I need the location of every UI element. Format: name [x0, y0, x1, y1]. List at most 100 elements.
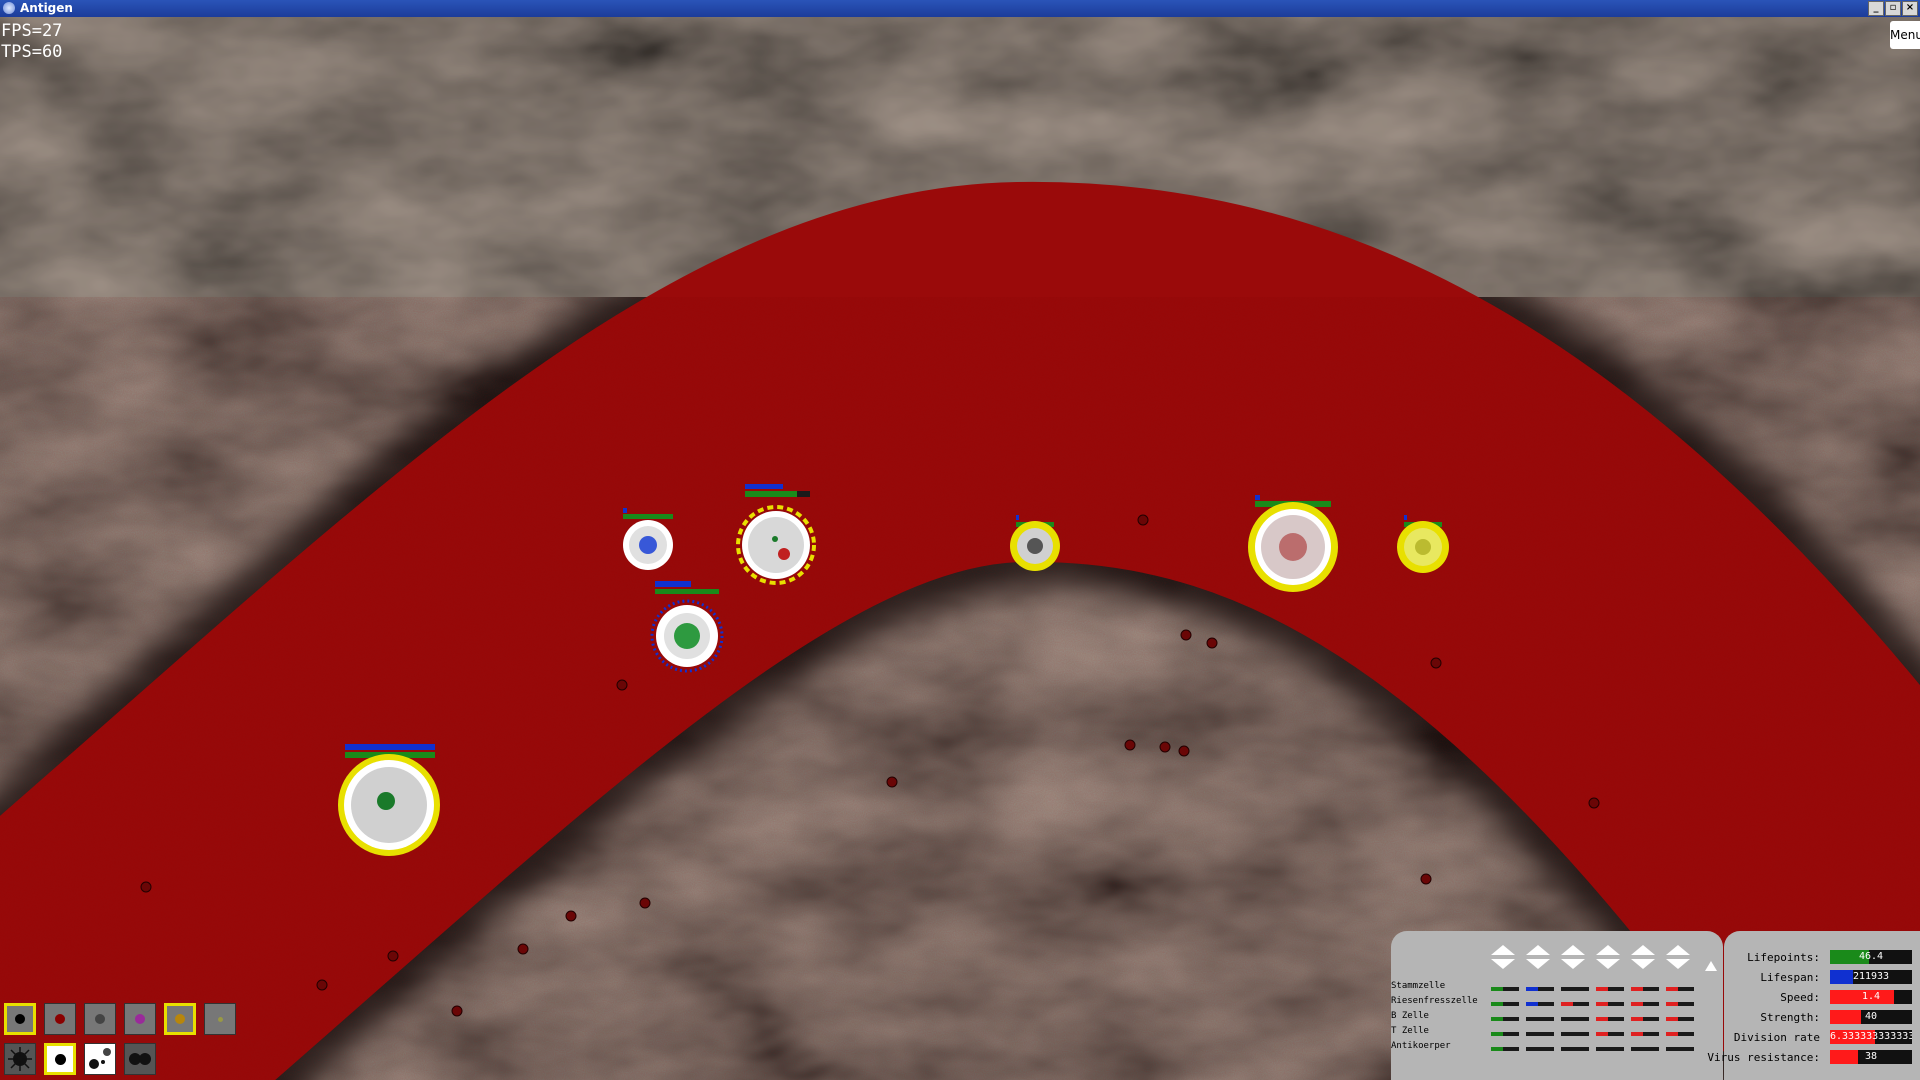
stat-bar-strength: 40 — [1830, 1010, 1912, 1024]
gene-segment-fill — [1631, 1032, 1643, 1036]
mode-slot-virus[interactable] — [4, 1043, 36, 1075]
gene-segment[interactable] — [1491, 1047, 1519, 1051]
gene-segment[interactable] — [1491, 1032, 1519, 1036]
gene-row-label: Antikoerper — [1391, 1041, 1451, 1051]
stat-label-lifespan: Lifespan: — [1760, 971, 1820, 984]
gene-segment[interactable] — [1631, 1002, 1659, 1006]
small-cell[interactable] — [1397, 515, 1449, 573]
gene-segment[interactable] — [1666, 1017, 1694, 1021]
gene-segment[interactable] — [1631, 1017, 1659, 1021]
arrow-down-icon[interactable] — [1596, 959, 1620, 969]
gene-segment[interactable] — [1631, 1032, 1659, 1036]
gene-segment-fill — [1526, 1002, 1538, 1006]
arrow-down-icon[interactable] — [1491, 959, 1515, 969]
gene-segment[interactable] — [1526, 1047, 1554, 1051]
minimize-button[interactable]: _ — [1868, 1, 1884, 16]
gene-segment-fill — [1666, 1002, 1678, 1006]
large-cell[interactable] — [338, 744, 440, 856]
gene-segment[interactable] — [1596, 987, 1624, 991]
gene-segment[interactable] — [1526, 987, 1554, 991]
cell-nucleus — [1415, 539, 1431, 555]
arrow-down-icon[interactable] — [1561, 959, 1585, 969]
gene-column-6-arrows[interactable] — [1666, 945, 1690, 973]
gene-segment[interactable] — [1596, 1002, 1624, 1006]
stat-label-virus-resistance: Virus resistance: — [1707, 1051, 1820, 1064]
gene-row-label: Riesenfresszelle — [1391, 996, 1478, 1006]
arrow-down-icon[interactable] — [1526, 959, 1550, 969]
lifespan-bar — [1016, 515, 1019, 520]
gene-segment[interactable] — [1631, 1047, 1659, 1051]
gene-segment[interactable] — [1666, 1032, 1694, 1036]
b-cell[interactable] — [650, 581, 724, 673]
gene-segment[interactable] — [1561, 1017, 1589, 1021]
gene-segment[interactable] — [1596, 1017, 1624, 1021]
arrow-up-icon[interactable] — [1631, 945, 1655, 955]
gene-segment-fill — [1666, 1032, 1678, 1036]
antibody-cell[interactable] — [1248, 495, 1338, 592]
t-cell[interactable] — [1010, 515, 1060, 571]
lifespan-bar — [655, 581, 691, 587]
mode-slot-pair[interactable] — [124, 1043, 156, 1075]
gene-segment[interactable] — [1491, 1017, 1519, 1021]
gene-segment-fill — [1526, 987, 1538, 991]
arrow-up-icon[interactable] — [1491, 945, 1515, 955]
black-dot-icon — [15, 1014, 25, 1024]
stat-bar-division-rate: 6.333333333333333 — [1830, 1030, 1912, 1044]
gene-column-4-arrows[interactable] — [1596, 945, 1620, 973]
gene-column-3-arrows[interactable] — [1561, 945, 1585, 973]
stem-cell[interactable] — [623, 508, 673, 570]
app-icon — [3, 2, 15, 14]
cell-slot-gray[interactable] — [84, 1003, 116, 1035]
gene-column-1-arrows[interactable] — [1491, 945, 1515, 973]
arrow-down-icon[interactable] — [1666, 959, 1690, 969]
gene-segment[interactable] — [1526, 1017, 1554, 1021]
cell-slot-orange[interactable] — [164, 1003, 196, 1035]
arrow-up-icon[interactable] — [1666, 945, 1690, 955]
gene-segment-fill — [1596, 987, 1608, 991]
cell-slot-black[interactable] — [4, 1003, 36, 1035]
gene-column-5-arrows[interactable] — [1631, 945, 1655, 973]
health-bar — [745, 491, 797, 497]
stat-label-division-rate: Division rate — [1733, 1031, 1820, 1044]
gene-segment[interactable] — [1561, 1002, 1589, 1006]
cell-slot-olive[interactable] — [204, 1003, 236, 1035]
gene-segment-fill — [1631, 1017, 1643, 1021]
gene-column-2-arrows[interactable] — [1526, 945, 1550, 973]
stat-value: 6.333333333333333 — [1830, 1031, 1912, 1042]
maximize-button[interactable]: ▫ — [1885, 1, 1901, 16]
gene-segment[interactable] — [1561, 987, 1589, 991]
menu-button[interactable]: Menu — [1890, 21, 1920, 49]
arrow-up-icon[interactable] — [1596, 945, 1620, 955]
gene-segment[interactable] — [1666, 1002, 1694, 1006]
gene-segment[interactable] — [1526, 1032, 1554, 1036]
arrow-up-icon[interactable] — [1526, 945, 1550, 955]
gene-segment[interactable] — [1526, 1002, 1554, 1006]
arrow-up-icon[interactable] — [1561, 945, 1585, 955]
close-button[interactable]: × — [1902, 1, 1918, 16]
scroll-up-icon[interactable] — [1705, 961, 1717, 971]
gene-panel: Stammzelle Riesenfresszelle B Zelle T Ze… — [1391, 931, 1723, 1080]
stat-value: 40 — [1864, 1011, 1878, 1022]
cell-slot-purple[interactable] — [124, 1003, 156, 1035]
gene-segment[interactable] — [1491, 987, 1519, 991]
arrow-down-icon[interactable] — [1631, 959, 1655, 969]
mode-slot-scatter[interactable] — [84, 1043, 116, 1075]
gene-segment[interactable] — [1666, 987, 1694, 991]
gene-segment[interactable] — [1491, 1002, 1519, 1006]
gene-segment[interactable] — [1631, 987, 1659, 991]
gene-segment[interactable] — [1561, 1032, 1589, 1036]
gene-segment[interactable] — [1666, 1047, 1694, 1051]
orange-dot-icon — [175, 1014, 185, 1024]
gene-segment-fill — [1491, 1047, 1503, 1051]
window-titlebar[interactable]: Antigen _ ▫ × — [0, 0, 1920, 17]
gene-segment[interactable] — [1596, 1047, 1624, 1051]
game-viewport[interactable]: FPS=27 TPS=60 Menu Stammzelle Riesenfres… — [0, 17, 1920, 1080]
mode-slot-single[interactable] — [44, 1043, 76, 1075]
cell-slot-red[interactable] — [44, 1003, 76, 1035]
gene-segment[interactable] — [1561, 1047, 1589, 1051]
macrophage-cell[interactable] — [736, 484, 816, 585]
cell-nucleus — [1279, 533, 1307, 561]
gene-row-label: B Zelle — [1391, 1011, 1429, 1021]
gray-dot-icon — [95, 1014, 105, 1024]
gene-segment[interactable] — [1596, 1032, 1624, 1036]
